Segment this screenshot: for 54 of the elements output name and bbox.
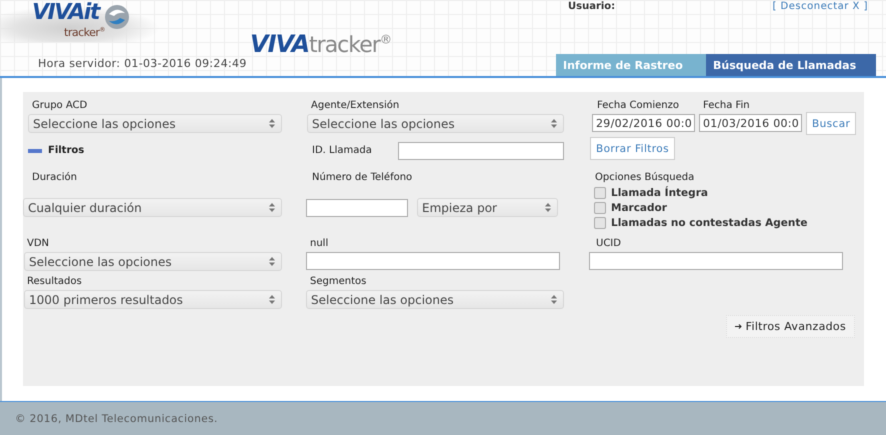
clear-filters-button[interactable]: Borrar Filtros bbox=[590, 137, 675, 160]
field-label: Fecha Comienzo bbox=[597, 100, 680, 111]
field-label: Fecha Fin bbox=[703, 100, 751, 111]
select-dropdown[interactable]: Seleccione las opciones bbox=[306, 290, 564, 309]
field-label: Agente/Extensión bbox=[311, 100, 400, 111]
select-dropdown[interactable]: Seleccione las opciones bbox=[307, 114, 564, 133]
field-label: null bbox=[310, 238, 330, 249]
dropdown-arrows-icon bbox=[551, 295, 557, 304]
select-dropdown[interactable]: 1000 primeros resultados bbox=[24, 290, 282, 309]
dropdown-arrows-icon bbox=[269, 257, 275, 266]
server-time: Hora servidor: 01-03-2016 09:24:49 bbox=[38, 57, 248, 70]
field-label: VDN bbox=[27, 238, 50, 249]
dropdown-arrows-icon bbox=[269, 119, 275, 128]
date-input[interactable]: 29/02/2016 00:0 bbox=[592, 114, 695, 132]
brand-title: VIVAtracker$^{®}$ bbox=[250, 30, 391, 58]
field-label: Opciones Búsqueda bbox=[595, 172, 696, 183]
field-label: Segmentos bbox=[310, 276, 368, 287]
nav-tab[interactable]: Búsqueda de Llamadas bbox=[706, 54, 876, 76]
dropdown-arrows-icon bbox=[545, 203, 551, 212]
phone-input[interactable] bbox=[306, 198, 408, 216]
dropdown-arrows-icon bbox=[269, 295, 275, 304]
select-dropdown[interactable]: Empieza por bbox=[417, 198, 558, 217]
logo-text: VIVAit bbox=[32, 2, 99, 24]
checkbox-label: Llamadas no contestadas Agente bbox=[611, 217, 808, 229]
field-label: ID. Llamada bbox=[312, 145, 373, 156]
minus-icon[interactable] bbox=[28, 146, 42, 154]
field-label: UCID bbox=[596, 238, 622, 249]
text-input[interactable] bbox=[398, 142, 564, 160]
field-label: Duración bbox=[32, 172, 78, 183]
logout-link[interactable]: [ Desconectar X ] bbox=[772, 1, 868, 12]
checkbox-label: Llamada Íntegra bbox=[611, 187, 708, 199]
user-label: Usuario: bbox=[568, 1, 616, 12]
text-input[interactable] bbox=[306, 252, 560, 270]
dropdown-arrows-icon bbox=[551, 119, 557, 128]
checkbox[interactable] bbox=[594, 217, 606, 229]
advanced-filters-button[interactable]: Filtros Avanzados bbox=[726, 315, 855, 338]
checkbox[interactable] bbox=[594, 202, 606, 214]
select-dropdown[interactable]: Seleccione las opciones bbox=[28, 114, 282, 133]
text-input[interactable] bbox=[589, 252, 843, 270]
field-label: Grupo ACD bbox=[32, 100, 88, 111]
field-label: Número de Teléfono bbox=[312, 172, 414, 183]
search-button[interactable]: Buscar bbox=[806, 112, 856, 135]
filters-heading: Filtros bbox=[48, 145, 84, 156]
copyright-text: © 2016, MDtel Telecomunicaciones. bbox=[15, 412, 218, 424]
select-dropdown[interactable]: Seleccione las opciones bbox=[24, 252, 282, 271]
swirl-icon bbox=[104, 4, 130, 30]
select-dropdown[interactable]: Cualquier duración bbox=[23, 198, 282, 217]
checkbox-label: Marcador bbox=[611, 202, 667, 214]
arrow-icon bbox=[734, 324, 742, 329]
date-input[interactable]: 01/03/2016 00:0 bbox=[699, 114, 802, 132]
dropdown-arrows-icon bbox=[269, 203, 275, 212]
field-label: Resultados bbox=[27, 276, 83, 287]
logo-subtext: tracker$^{®}$ bbox=[64, 24, 106, 39]
checkbox[interactable] bbox=[594, 187, 606, 199]
